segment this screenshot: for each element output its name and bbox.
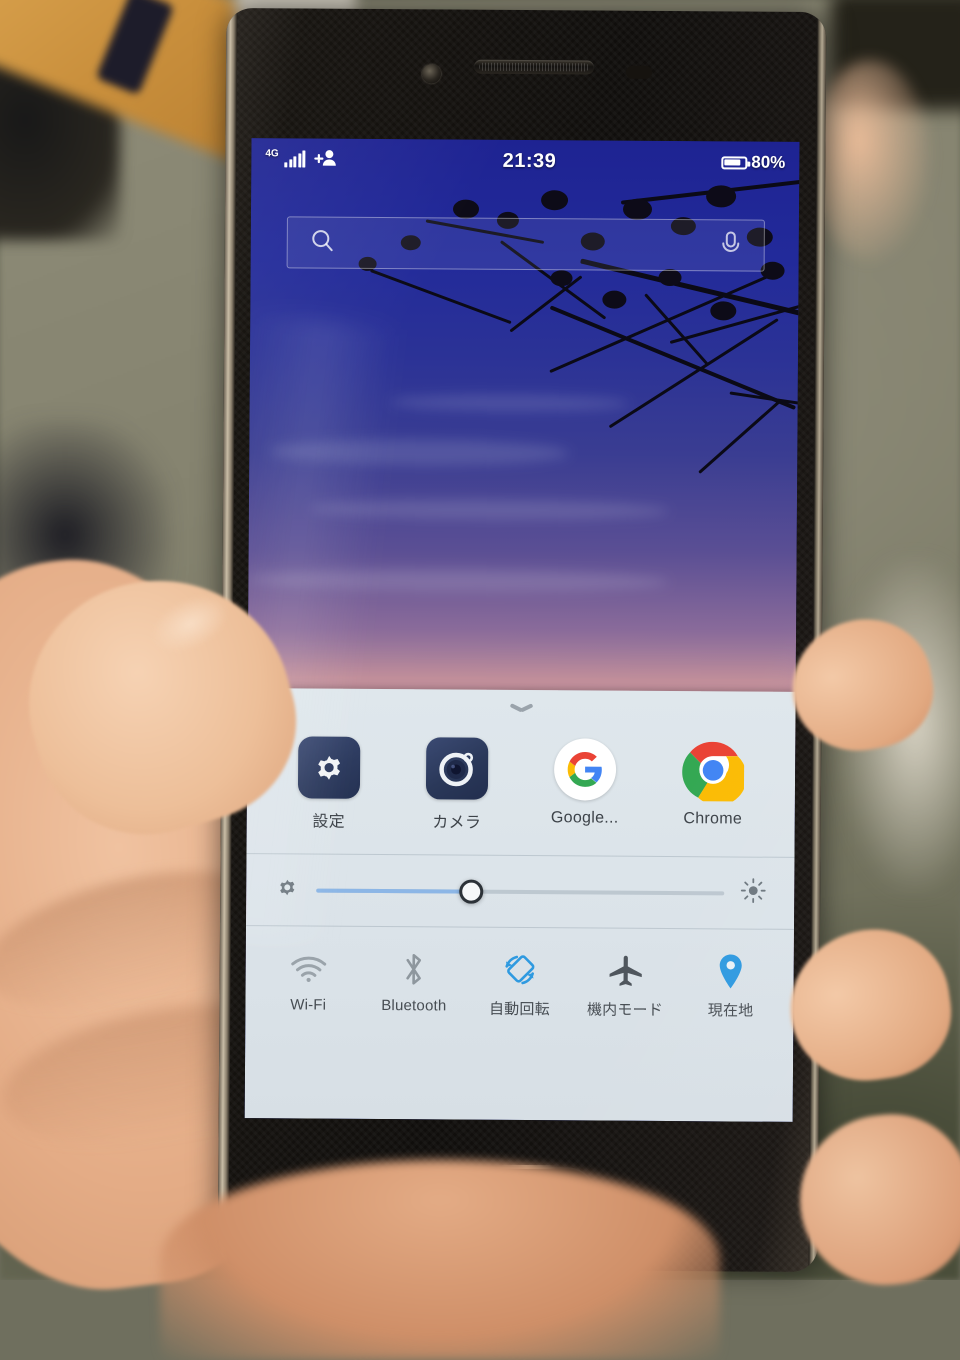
chrome-icon[interactable]	[682, 739, 744, 801]
status-bar-left: 4G	[265, 148, 338, 172]
auto-brightness-gear-icon[interactable]	[274, 874, 300, 905]
phone-screen[interactable]: 4G 21:39 80%	[245, 138, 800, 1122]
status-bar-right: 80%	[721, 152, 785, 172]
battery-percent-label: 80%	[751, 153, 785, 173]
airplane-icon[interactable]	[573, 948, 678, 993]
quick-app-camera[interactable]: カメラ	[405, 737, 510, 833]
bluetooth-icon[interactable]	[361, 947, 466, 992]
quick-app-label: 設定	[277, 807, 381, 832]
proximity-sensor-icon	[626, 66, 652, 79]
quick-app-label: カメラ	[405, 808, 509, 833]
toggle-label: 自動回転	[467, 998, 572, 1020]
toggle-bluetooth[interactable]: Bluetooth	[361, 947, 466, 1015]
microphone-icon[interactable]	[720, 230, 742, 261]
chevron-down-icon[interactable]	[510, 702, 532, 713]
auto-rotate-icon[interactable]	[467, 948, 572, 993]
brightness-control	[246, 854, 794, 930]
smartphone-device: 4G 21:39 80%	[218, 8, 827, 1272]
status-bar-clock: 21:39	[338, 148, 722, 174]
panel-collapse-handle[interactable]	[247, 688, 795, 728]
finger-right-top	[810, 60, 930, 260]
gear-icon[interactable]	[298, 736, 360, 798]
quick-app-google[interactable]: Google...	[533, 738, 638, 828]
wifi-icon[interactable]	[256, 946, 361, 991]
camera-icon[interactable]	[426, 737, 488, 799]
signal-bars-icon	[285, 151, 306, 167]
toggle-autorotate[interactable]: 自動回転	[467, 948, 572, 1020]
palm-bottom	[160, 1160, 720, 1360]
quick-app-shortcuts: 設定 カメラ	[246, 724, 795, 858]
toggle-airplane[interactable]: 機内モード	[572, 948, 677, 1020]
google-search-widget[interactable]	[287, 216, 765, 271]
toggle-label: Wi-Fi	[256, 996, 361, 1014]
quick-app-settings[interactable]: 設定	[277, 736, 382, 832]
location-pin-icon[interactable]	[678, 949, 783, 994]
brightness-slider[interactable]	[316, 888, 724, 895]
status-bar: 4G 21:39 80%	[251, 138, 799, 184]
brightness-sun-icon[interactable]	[740, 878, 766, 909]
network-type-label: 4G	[265, 148, 278, 159]
search-icon[interactable]	[310, 227, 336, 258]
toggle-wifi[interactable]: Wi-Fi	[256, 946, 361, 1014]
quick-toggles: Wi-Fi Bluetooth	[245, 926, 794, 1021]
toggle-label: Bluetooth	[361, 997, 466, 1015]
front-camera-icon	[422, 64, 441, 83]
brightness-slider-knob[interactable]	[459, 879, 483, 903]
earpiece-speaker-icon	[474, 60, 594, 75]
quick-app-label: Google...	[533, 809, 637, 828]
quick-app-label: Chrome	[661, 810, 765, 829]
add-contact-icon	[314, 148, 338, 171]
quick-settings-panel: 設定 カメラ	[245, 688, 796, 1122]
earpiece-mesh	[479, 63, 589, 72]
toggle-location[interactable]: 現在地	[678, 949, 783, 1021]
quick-app-chrome[interactable]: Chrome	[661, 739, 766, 829]
toggle-label: 機内モード	[572, 998, 677, 1020]
google-g-icon[interactable]	[554, 738, 616, 800]
battery-icon	[721, 156, 747, 169]
toggle-label: 現在地	[678, 999, 783, 1021]
brightness-slider-fill	[316, 888, 471, 893]
